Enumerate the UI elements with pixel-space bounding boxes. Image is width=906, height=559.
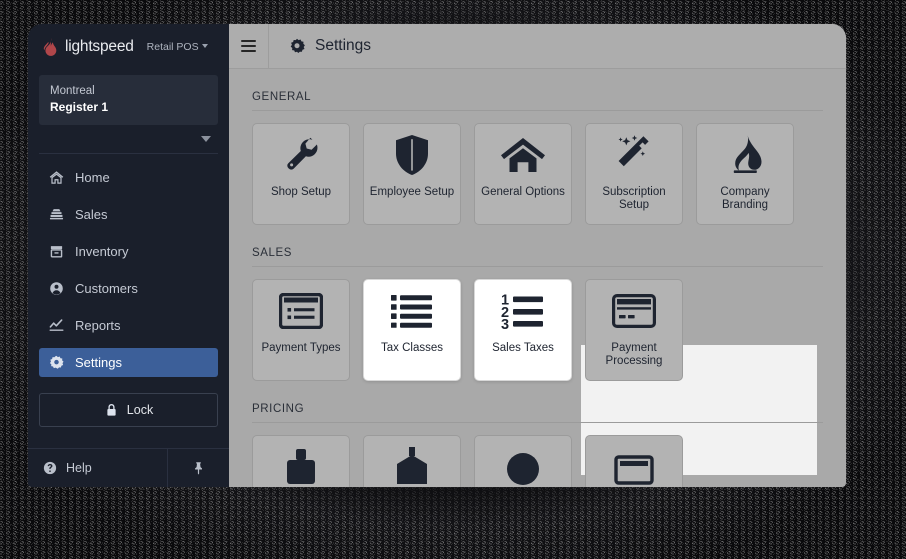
- home-icon: [49, 170, 64, 185]
- help-button[interactable]: Help: [28, 449, 168, 487]
- tile-subscription-setup[interactable]: Subscription Setup: [585, 123, 683, 225]
- magic-wand-icon: [586, 124, 682, 186]
- section-label-general: GENERAL: [252, 91, 312, 103]
- sidebar-item-home[interactable]: Home: [39, 163, 218, 192]
- tile-label: Company Branding: [720, 186, 770, 211]
- sidebar-item-label: Settings: [75, 355, 122, 370]
- credit-card-icon: [586, 280, 682, 342]
- sidebar-footer: Help: [28, 448, 229, 487]
- gear-icon: [49, 355, 64, 370]
- lock-icon: [104, 403, 119, 418]
- tile-sales-taxes[interactable]: 1 2 3 Sales Taxes: [474, 279, 572, 381]
- store-register: Register 1: [50, 100, 109, 114]
- page-title-group: Settings: [269, 37, 371, 55]
- home-icon: [475, 124, 571, 186]
- receipt-icon: [586, 436, 682, 487]
- tile-label: General Options: [481, 186, 565, 198]
- price-tag-icon: [364, 436, 460, 487]
- inventory-box-icon: [49, 244, 64, 259]
- brand-name: lightspeed: [65, 37, 134, 55]
- sidebar-item-settings[interactable]: Settings: [39, 348, 218, 377]
- brand-product-label[interactable]: Retail POS: [147, 41, 208, 53]
- tile-label: Shop Setup: [270, 186, 332, 198]
- gear-icon: [289, 38, 305, 54]
- bulleted-list-icon: [364, 280, 460, 342]
- sidebar-nav: Home Sales Inventory Customers Reports S…: [28, 154, 229, 385]
- caret-down-icon: [201, 136, 211, 142]
- sidebar-item-reports[interactable]: Reports: [39, 311, 218, 340]
- main-panel: Settings GENERAL Shop Setup Employee Set…: [229, 24, 846, 487]
- lock-button[interactable]: Lock: [39, 393, 218, 427]
- tile-pricing-1[interactable]: [252, 435, 350, 487]
- window-list-icon: [253, 280, 349, 342]
- tile-shop-setup[interactable]: Shop Setup: [252, 123, 350, 225]
- sidebar-item-label: Reports: [75, 318, 121, 333]
- tile-label: Payment Processing: [605, 342, 663, 367]
- tile-pricing-4[interactable]: [585, 435, 683, 487]
- lightspeed-flame-icon: [43, 37, 58, 56]
- brand-header[interactable]: lightspeed Retail POS: [28, 24, 229, 69]
- section-label-sales: SALES: [252, 247, 293, 259]
- screen-canvas: lightspeed Retail POS Montreal Register …: [0, 0, 906, 559]
- sidebar-item-label: Home: [75, 170, 110, 185]
- tile-row-general: Shop Setup Employee Setup General Option…: [252, 111, 823, 225]
- application-window: lightspeed Retail POS Montreal Register …: [28, 24, 846, 487]
- wrench-icon: [253, 124, 349, 186]
- store-city: Montreal: [50, 85, 95, 97]
- shield-icon: [364, 124, 460, 186]
- page-title: Settings: [315, 37, 372, 54]
- tag-icon: [253, 436, 349, 487]
- tile-label: Employee Setup: [369, 186, 455, 198]
- tile-row-pricing: [252, 423, 823, 487]
- lock-button-label: Lock: [126, 403, 154, 417]
- tile-label: Subscription Setup: [602, 186, 666, 211]
- tile-label: Sales Taxes: [492, 342, 554, 354]
- hamburger-menu-button[interactable]: [229, 24, 269, 69]
- tile-label: Payment Types: [261, 342, 341, 354]
- tile-payment-processing[interactable]: Payment Processing: [585, 279, 683, 381]
- sidebar-item-customers[interactable]: Customers: [39, 274, 218, 303]
- tile-company-branding[interactable]: Company Branding: [696, 123, 794, 225]
- pin-icon: [192, 461, 205, 475]
- tile-pricing-2[interactable]: [363, 435, 461, 487]
- store-expand-row[interactable]: [28, 125, 229, 153]
- help-button-label: Help: [66, 461, 92, 475]
- sidebar-item-label: Sales: [75, 207, 108, 222]
- tile-payment-types[interactable]: Payment Types: [252, 279, 350, 381]
- tile-label: Tax Classes: [381, 342, 443, 354]
- sidebar-item-inventory[interactable]: Inventory: [39, 237, 218, 266]
- cash-register-icon: [49, 207, 64, 222]
- question-circle-icon: [42, 461, 57, 476]
- tile-general-options[interactable]: General Options: [474, 123, 572, 225]
- pin-sidebar-button[interactable]: [168, 449, 229, 487]
- flame-icon: [697, 124, 793, 186]
- tile-row-sales: Payment Types Tax Classes 1 2 3 Sales Ta…: [252, 267, 823, 381]
- sidebar-item-sales[interactable]: Sales: [39, 200, 218, 229]
- chart-line-icon: [49, 318, 64, 333]
- discount-icon: [475, 436, 571, 487]
- hamburger-menu-icon: [241, 37, 256, 55]
- tile-pricing-3[interactable]: [474, 435, 572, 487]
- sidebar-item-label: Customers: [75, 281, 138, 296]
- numbered-list-icon: 1 2 3: [475, 280, 571, 342]
- tile-tax-classes[interactable]: Tax Classes: [363, 279, 461, 381]
- svg-text:3: 3: [501, 317, 509, 329]
- sidebar: lightspeed Retail POS Montreal Register …: [28, 24, 229, 487]
- settings-content: GENERAL Shop Setup Employee Setup Genera…: [229, 69, 846, 487]
- chevron-down-icon: [201, 43, 208, 48]
- store-selector-card[interactable]: Montreal Register 1: [39, 75, 218, 125]
- sidebar-item-label: Inventory: [75, 244, 129, 259]
- section-label-pricing: PRICING: [252, 403, 305, 415]
- tile-employee-setup[interactable]: Employee Setup: [363, 123, 461, 225]
- topbar: Settings: [229, 24, 846, 69]
- user-circle-icon: [49, 281, 64, 296]
